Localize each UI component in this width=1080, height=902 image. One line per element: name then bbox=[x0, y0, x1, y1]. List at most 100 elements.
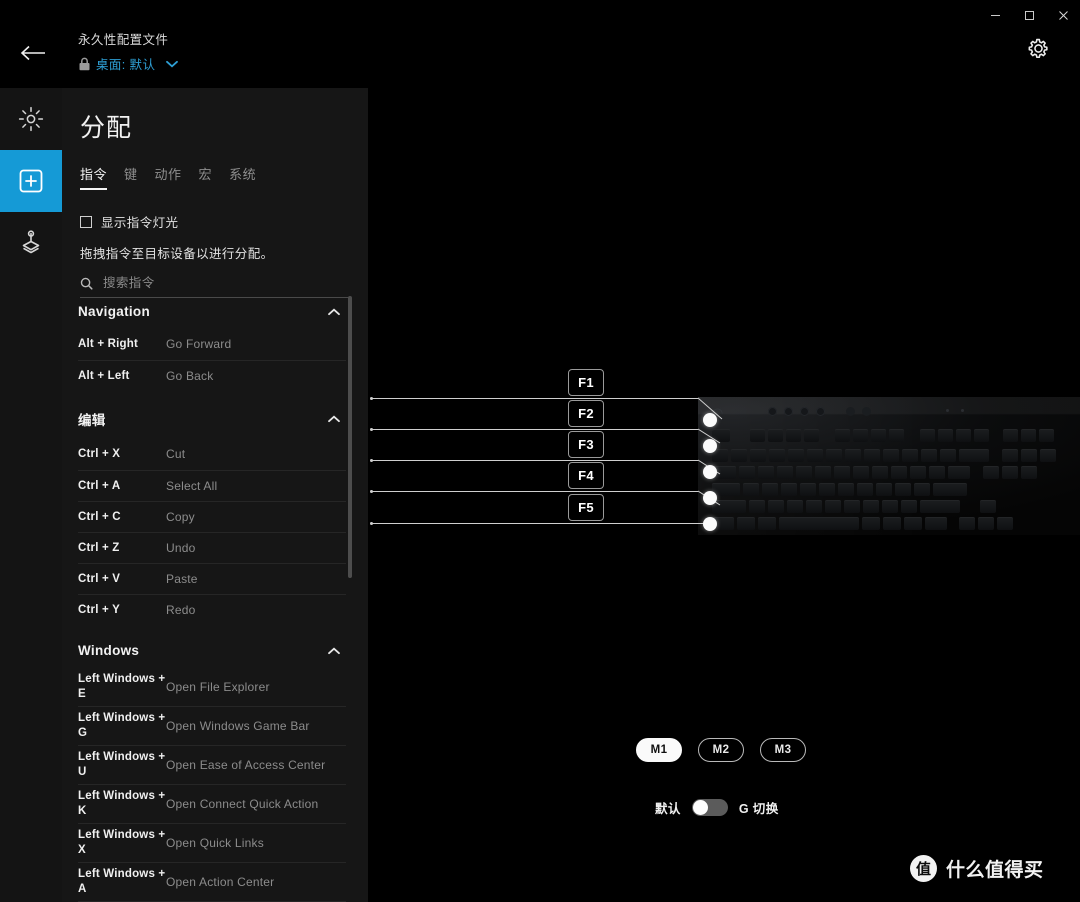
status-leds bbox=[946, 409, 964, 412]
sidebar-item-assignments[interactable] bbox=[0, 150, 62, 212]
gshift-toggle-knob bbox=[692, 800, 708, 815]
command-key: Left Windows + G bbox=[78, 712, 166, 739]
command-group-name: 编辑 bbox=[78, 413, 106, 428]
command-list-scrollbar[interactable] bbox=[348, 296, 352, 578]
gear-icon bbox=[1028, 38, 1048, 59]
command-row[interactable]: Ctrl + X Cut bbox=[78, 439, 346, 470]
tab-system[interactable]: 系统 bbox=[229, 164, 256, 190]
command-list: Navigation Alt + Right Go Forward Alt + Lef… bbox=[62, 290, 368, 902]
command-group-header[interactable]: Navigation bbox=[78, 290, 346, 329]
command-row[interactable]: Alt + Left Go Back bbox=[78, 360, 346, 391]
gkey-dot-2[interactable] bbox=[703, 439, 717, 453]
command-key: Ctrl + V bbox=[78, 572, 121, 585]
gkey-box-f1[interactable]: F1 bbox=[568, 369, 604, 396]
command-description: Open Windows Game Bar bbox=[166, 718, 310, 733]
tab-commands[interactable]: 指令 bbox=[80, 164, 108, 190]
tab-macros[interactable]: 宏 bbox=[199, 164, 213, 190]
command-key: Left Windows + X bbox=[78, 829, 166, 856]
command-group-header[interactable]: 编辑 bbox=[78, 395, 346, 439]
command-row[interactable]: Left Windows + K Open Connect Quick Actio… bbox=[78, 784, 346, 823]
assignments-plus-icon bbox=[19, 169, 43, 193]
command-row[interactable]: Left Windows + G Open Windows Game Bar bbox=[78, 706, 346, 745]
keyboard-image[interactable]: ◠ bbox=[698, 397, 1080, 535]
chevron-up-icon[interactable] bbox=[328, 646, 340, 655]
drag-hint-text: 拖拽指令至目标设备以进行分配。 bbox=[80, 247, 274, 261]
command-key: Ctrl + Z bbox=[78, 541, 120, 554]
gkey-box-f2[interactable]: F2 bbox=[568, 400, 604, 427]
gkey-box-f3[interactable]: F3 bbox=[568, 431, 604, 458]
command-description: Open Action Center bbox=[166, 874, 275, 889]
command-row[interactable]: Left Windows + E Open File Explorer bbox=[78, 668, 346, 706]
command-key: Left Windows + A bbox=[78, 868, 166, 895]
joystick-icon bbox=[22, 230, 40, 254]
command-row[interactable]: Ctrl + C Copy bbox=[78, 501, 346, 532]
gkey-box-f5[interactable]: F5 bbox=[568, 494, 604, 521]
show-command-lighting-row[interactable]: 显示指令灯光 bbox=[62, 190, 368, 231]
command-row[interactable]: Left Windows + X Open Quick Links bbox=[78, 823, 346, 862]
gshift-toggle-row: 默认 G 切换 bbox=[655, 798, 779, 817]
leader-line-f2 bbox=[372, 398, 698, 399]
command-description: Paste bbox=[166, 571, 198, 586]
watermark: 值 什么值得买 bbox=[910, 855, 1044, 882]
lighting-icon bbox=[18, 106, 44, 132]
gkey-dot-3[interactable] bbox=[703, 465, 717, 479]
gkey-dot-4[interactable] bbox=[703, 491, 717, 505]
leader-line-f5 bbox=[372, 491, 698, 492]
m3-button[interactable]: M3 bbox=[760, 738, 806, 762]
sidebar-item-lighting[interactable] bbox=[0, 88, 62, 150]
command-key: Ctrl + A bbox=[78, 479, 121, 492]
profile-selector[interactable]: 永久性配置文件 桌面: 默认 bbox=[78, 32, 179, 73]
command-row[interactable]: Ctrl + Y Redo bbox=[78, 594, 346, 625]
command-row[interactable]: Alt + Right Go Forward bbox=[78, 329, 346, 360]
memory-profile-buttons: M1 M2 M3 bbox=[636, 738, 806, 762]
leader-line-extra bbox=[372, 523, 708, 524]
chevron-down-icon[interactable] bbox=[166, 60, 179, 68]
command-description: Go Back bbox=[166, 368, 214, 383]
back-button[interactable] bbox=[14, 40, 52, 66]
command-key: Left Windows + E bbox=[78, 673, 166, 700]
command-row[interactable]: Left Windows + A Open Action Center bbox=[78, 862, 346, 901]
leader-line-f3 bbox=[372, 429, 698, 430]
command-description: Redo bbox=[166, 602, 196, 617]
toggle-right-label: G 切换 bbox=[738, 802, 779, 816]
command-list-scroll[interactable]: Navigation Alt + Right Go Forward Alt + Lef… bbox=[62, 286, 368, 902]
watermark-logo-icon: 值 bbox=[910, 855, 937, 882]
watermark-text: 什么值得买 bbox=[946, 860, 1044, 881]
media-buttons-group bbox=[768, 407, 825, 416]
command-group-header[interactable]: Windows bbox=[78, 629, 346, 668]
command-description: Open Connect Quick Action bbox=[166, 796, 319, 811]
command-description: Copy bbox=[166, 509, 195, 524]
command-key: Left Windows + K bbox=[78, 790, 166, 817]
settings-button[interactable] bbox=[1026, 36, 1052, 62]
media-buttons-group-2 bbox=[846, 407, 871, 416]
m2-button[interactable]: M2 bbox=[698, 738, 744, 762]
command-group-name: Windows bbox=[78, 643, 140, 658]
tab-actions[interactable]: 动作 bbox=[155, 164, 182, 190]
command-key: Alt + Left bbox=[78, 369, 130, 382]
command-description: Open File Explorer bbox=[166, 679, 270, 694]
show-command-lighting-label: 显示指令灯光 bbox=[101, 216, 179, 230]
command-description: Cut bbox=[166, 447, 186, 461]
chevron-up-icon[interactable] bbox=[328, 307, 340, 316]
toggle-left-label: 默认 bbox=[655, 802, 681, 816]
command-key: Ctrl + Y bbox=[78, 603, 120, 616]
lock-icon bbox=[79, 57, 90, 70]
show-command-lighting-checkbox[interactable] bbox=[80, 215, 92, 228]
command-row[interactable]: Ctrl + A Select All bbox=[78, 470, 346, 501]
gshift-toggle[interactable] bbox=[691, 799, 728, 816]
command-row[interactable]: Ctrl + V Paste bbox=[78, 563, 346, 594]
header-bar: 永久性配置文件 桌面: 默认 bbox=[0, 0, 1080, 88]
gkey-dot-5[interactable] bbox=[703, 517, 717, 531]
command-description: Undo bbox=[166, 540, 196, 555]
command-row[interactable]: Left Windows + U Open Ease of Access Cent… bbox=[78, 745, 346, 784]
sidebar-item-games[interactable] bbox=[0, 212, 62, 274]
app-window: 永久性配置文件 桌面: 默认 分配 指令 键 动作 宏 系统 显示指令灯光 拖拽… bbox=[0, 0, 1080, 902]
gkey-dot-1[interactable] bbox=[703, 413, 717, 427]
chevron-up-icon[interactable] bbox=[328, 415, 340, 423]
command-row[interactable]: Ctrl + Z Undo bbox=[78, 532, 346, 563]
left-rail bbox=[0, 88, 62, 902]
profile-row[interactable]: 桌面: 默认 bbox=[78, 54, 179, 73]
m1-button[interactable]: M1 bbox=[636, 738, 682, 762]
gkey-box-f4[interactable]: F4 bbox=[568, 462, 604, 489]
tab-keys[interactable]: 键 bbox=[124, 164, 138, 190]
